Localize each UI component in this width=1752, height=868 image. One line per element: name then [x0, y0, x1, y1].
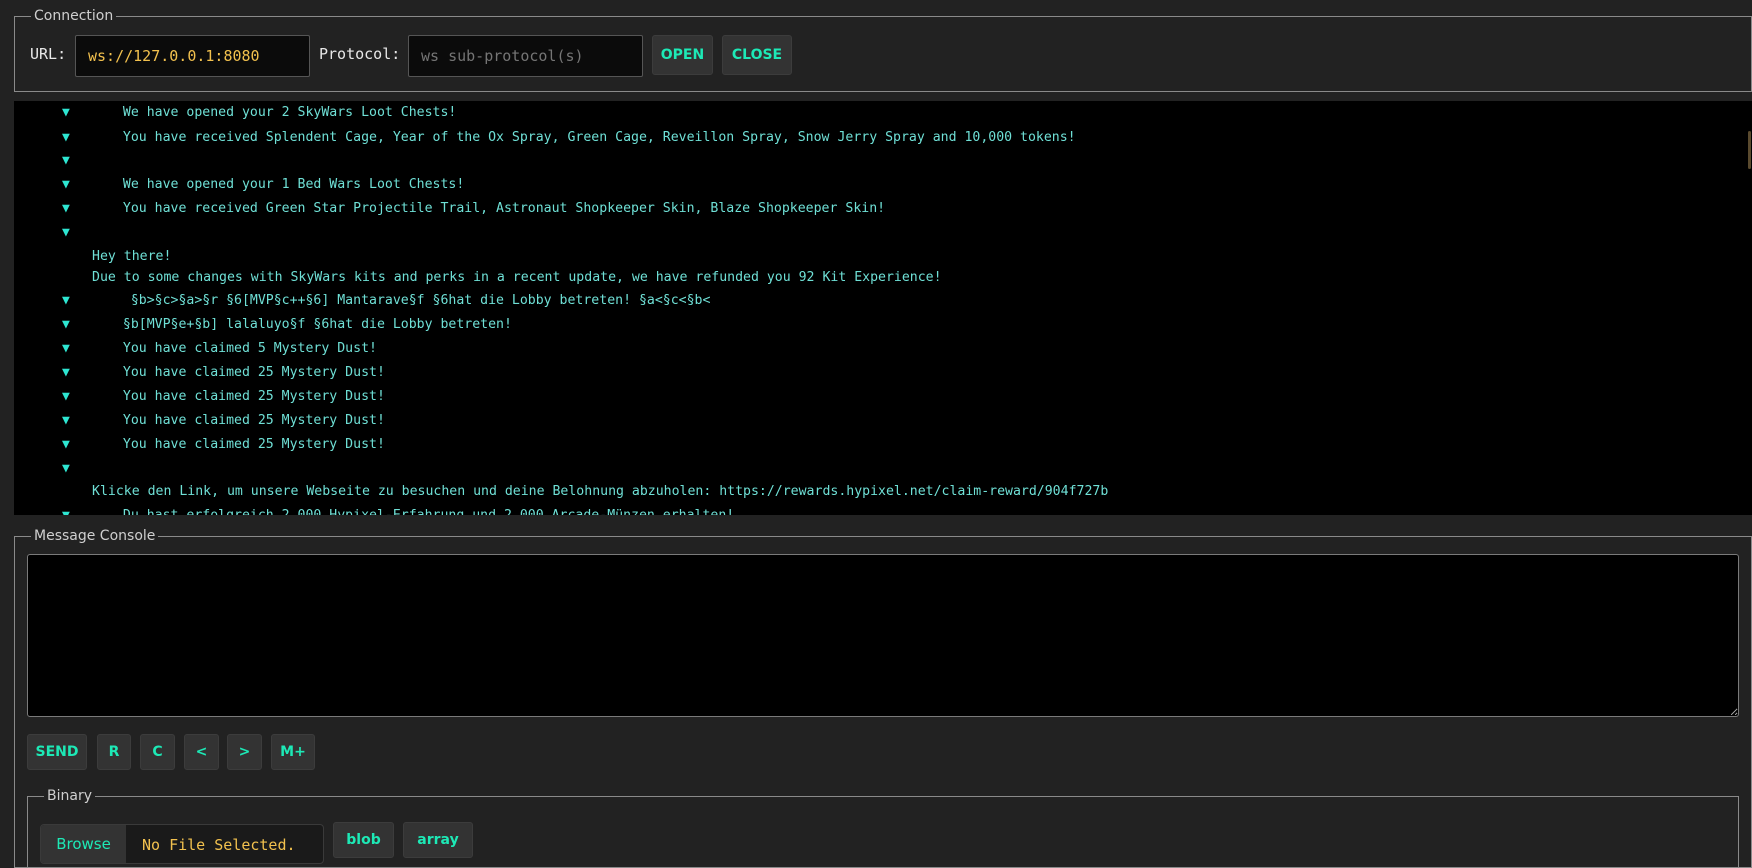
log-line-text: We have opened your 1 Bed Wars Loot Ches…	[107, 177, 465, 192]
next-message-button[interactable]: >	[227, 734, 262, 770]
blob-button[interactable]: blob	[333, 822, 394, 858]
message-input[interactable]	[27, 554, 1739, 717]
collapse-arrow-icon[interactable]: ▼	[62, 457, 70, 481]
message-console-legend: Message Console	[34, 528, 156, 544]
collapse-arrow-icon[interactable]: ▼	[62, 385, 70, 409]
log-line-text: Due to some changes with SkyWars kits an…	[92, 270, 942, 285]
log-line-text: You have claimed 25 Mystery Dust!	[107, 437, 385, 452]
log-line-text: You have claimed 25 Mystery Dust!	[107, 413, 385, 428]
log-line-text: You have received Green Star Projectile …	[107, 201, 886, 216]
protocol-input[interactable]	[408, 35, 643, 77]
connection-legend: Connection	[34, 8, 114, 24]
collapse-arrow-icon[interactable]: ▼	[62, 361, 70, 385]
array-button[interactable]: array	[403, 822, 473, 858]
send-button[interactable]: SEND	[27, 734, 87, 770]
collapse-arrow-icon[interactable]: ▼	[62, 149, 70, 173]
log-line-text: You have received Splendent Cage, Year o…	[107, 130, 1076, 145]
clear-button[interactable]: C	[140, 734, 175, 770]
log-scrollbar-thumb[interactable]	[1748, 131, 1751, 169]
file-picker[interactable]: Browse No File Selected.	[40, 824, 324, 864]
collapse-arrow-icon[interactable]: ▼	[62, 197, 70, 221]
collapse-arrow-icon[interactable]: ▼	[62, 337, 70, 361]
collapse-arrow-icon[interactable]: ▼	[62, 433, 70, 457]
log-line-text: §b[MVP§e+§b] lalaluyo§f §6hat die Lobby …	[107, 317, 512, 332]
open-button[interactable]: OPEN	[652, 35, 713, 75]
browse-button[interactable]: Browse	[41, 825, 126, 863]
collapse-arrow-icon[interactable]: ▼	[62, 126, 70, 150]
collapse-arrow-icon[interactable]: ▼	[62, 409, 70, 433]
close-button[interactable]: CLOSE	[722, 35, 792, 75]
log-line-text: You have claimed 5 Mystery Dust!	[107, 341, 377, 356]
collapse-arrow-icon[interactable]: ▼	[62, 221, 70, 245]
previous-message-button[interactable]: <	[184, 734, 219, 770]
collapse-arrow-icon[interactable]: ▼	[62, 504, 70, 515]
url-input[interactable]	[75, 35, 310, 77]
log-line-text: You have claimed 25 Mystery Dust!	[107, 389, 385, 404]
log-line-text: You have claimed 25 Mystery Dust!	[107, 365, 385, 380]
log-line-text: §b>§c>§a>§r §6[MVP§c++§6] Mantarave§f §6…	[107, 293, 711, 308]
collapse-arrow-icon[interactable]: ▼	[62, 101, 70, 125]
collapse-arrow-icon[interactable]: ▼	[62, 313, 70, 337]
message-log[interactable]: ▼ We have opened your 2 SkyWars Loot Che…	[14, 101, 1752, 515]
binary-legend: Binary	[47, 788, 92, 804]
memory-add-button[interactable]: M+	[271, 734, 315, 770]
log-line-text: We have opened your 2 SkyWars Loot Chest…	[107, 105, 457, 120]
protocol-label: Protocol:	[319, 45, 401, 63]
collapse-arrow-icon[interactable]: ▼	[62, 289, 70, 313]
url-label: URL:	[30, 45, 67, 63]
reconnect-button[interactable]: R	[97, 734, 131, 770]
selected-file-name: No File Selected.	[142, 836, 296, 854]
collapse-arrow-icon[interactable]: ▼	[62, 173, 70, 197]
log-line-text: Du hast erfolgreich 2.000 Hypixel-Erfahr…	[107, 504, 734, 515]
log-line-text: Klicke den Link, um unsere Webseite zu b…	[92, 484, 1109, 499]
